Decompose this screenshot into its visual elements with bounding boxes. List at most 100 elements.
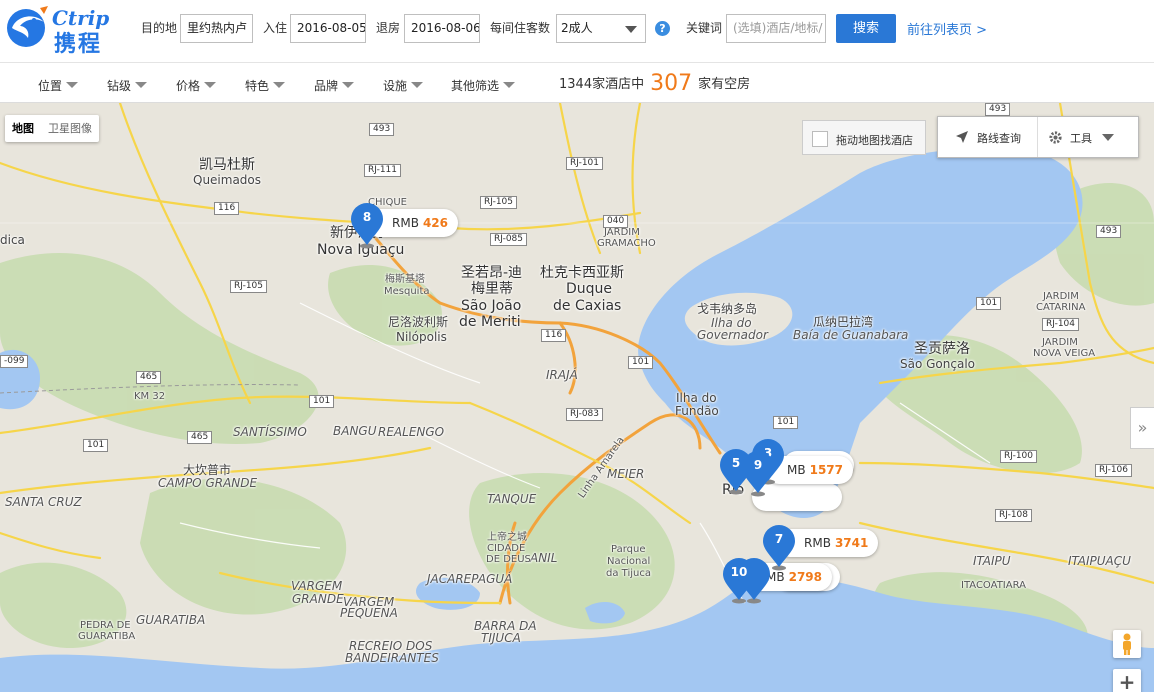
place-label: PEQUENA xyxy=(340,606,398,620)
map-type-satellite[interactable]: 卫星图像 xyxy=(41,115,99,142)
search-button[interactable]: 搜索 xyxy=(836,14,896,43)
road-shield: RJ-101 xyxy=(566,157,604,170)
filter-brand[interactable]: 品牌 xyxy=(314,77,355,94)
place-label: SANTÍSSIMO xyxy=(233,425,307,439)
hotel-marker-pin[interactable]: 10 xyxy=(722,558,756,604)
map-type-toggle: 地图 卫星图像 xyxy=(5,115,99,142)
road-shield: 116 xyxy=(541,329,567,342)
filter-other[interactable]: 其他筛选 xyxy=(451,77,516,94)
drag-search-label: 拖动地图找酒店 xyxy=(836,134,913,147)
road-shield: RJ-085 xyxy=(490,233,528,246)
road-shield: RJ-106 xyxy=(1095,464,1133,477)
place-label: ITAIPUAÇU xyxy=(1068,554,1131,568)
triangle-down-icon xyxy=(342,82,355,88)
drag-map-search-toggle[interactable]: 拖动地图找酒店 xyxy=(802,120,926,155)
road-shield: RJ-105 xyxy=(230,280,268,293)
road-shield: 493 xyxy=(985,103,1011,116)
guests-value: 2成人 xyxy=(561,21,593,35)
filter-price[interactable]: 价格 xyxy=(176,77,217,94)
map[interactable]: 凯马杜斯 Queimados 新伊瓜苏 Nova Iguaçu 梅斯基塔 Mes… xyxy=(0,103,1154,692)
place-label: IRAJÁ xyxy=(546,368,578,382)
road-shield: -099 xyxy=(0,355,29,368)
map-base-graphic xyxy=(0,103,1154,692)
dolphin-logo-icon xyxy=(7,6,48,47)
tools-label: 工具 xyxy=(1070,132,1092,145)
road-shield: 040 xyxy=(603,215,629,228)
place-label: JACAREPAGUÁ xyxy=(427,572,513,586)
map-type-map[interactable]: 地图 xyxy=(5,115,41,142)
gear-icon xyxy=(1049,131,1062,144)
price-value: 426 xyxy=(422,216,448,230)
price-currency: RMB xyxy=(804,536,831,550)
keyword-input[interactable]: (选填)酒店/地标/ xyxy=(726,14,826,43)
pin-number: 10 xyxy=(730,565,748,579)
filter-star[interactable]: 钻级 xyxy=(107,77,148,94)
place-label: GRAMACHO xyxy=(597,238,656,249)
destination-input[interactable]: 里约热内卢 xyxy=(180,14,253,43)
street-view-pegman[interactable] xyxy=(1113,630,1141,658)
price-currency: RMB xyxy=(392,216,419,230)
place-label: TANQUE xyxy=(487,492,537,506)
road-shield: 493 xyxy=(369,123,395,136)
checkout-label: 退房 xyxy=(376,21,401,35)
place-label: 杜克卡西亚斯 xyxy=(540,265,624,281)
hotel-count: 1344家酒店中 307 家有空房 xyxy=(559,71,750,96)
pin-number: 9 xyxy=(753,458,763,472)
tools-dropdown[interactable]: 工具 xyxy=(1038,117,1138,157)
zoom-in-button[interactable]: + xyxy=(1113,669,1141,692)
triangle-down-icon xyxy=(204,82,217,88)
filter-label: 品牌 xyxy=(314,79,339,93)
pin-number: 8 xyxy=(362,210,372,224)
guests-label: 每间住客数 xyxy=(490,21,551,35)
place-label: 圣贡萨洛 xyxy=(914,341,970,357)
triangle-down-icon xyxy=(66,82,79,88)
place-label: da Tijuca xyxy=(606,568,651,579)
place-label: TIJUCA xyxy=(481,631,521,645)
road-shield: 465 xyxy=(187,431,213,444)
place-label: São João xyxy=(461,298,522,314)
guests-select[interactable]: 2成人 xyxy=(556,14,646,43)
place-label: MEIER xyxy=(607,467,645,481)
road-shield: RJ-111 xyxy=(364,164,402,177)
hotel-count-prefix: 1344家酒店中 xyxy=(559,77,645,92)
destination-label: 目的地 xyxy=(141,21,178,35)
place-label: 凯马杜斯 xyxy=(199,157,255,173)
triangle-down-icon xyxy=(135,82,148,88)
filter-location[interactable]: 位置 xyxy=(38,77,79,94)
checkin-date-input[interactable]: 2016-08-05 xyxy=(290,14,366,43)
filter-facility[interactable]: 设施 xyxy=(383,77,424,94)
price-currency: MB xyxy=(787,463,806,477)
road-shield: 101 xyxy=(309,395,335,408)
place-label: BANGU xyxy=(333,424,377,438)
road-shield: 101 xyxy=(628,356,654,369)
triangle-down-icon xyxy=(503,82,516,88)
ctrip-logo[interactable]: Ctrip 携程 xyxy=(4,4,124,57)
price-value: 3741 xyxy=(834,536,869,550)
place-label: Nilópolis xyxy=(396,330,447,344)
help-icon[interactable]: ? xyxy=(655,21,670,36)
place-label: Fundão xyxy=(675,404,719,418)
place-label: 圣若昂-迪 xyxy=(461,265,523,281)
goto-list-link[interactable]: 前往列表页 > xyxy=(907,19,987,38)
place-label: DE DEUS xyxy=(486,554,531,565)
filter-label: 特色 xyxy=(245,79,270,93)
expand-panel-button[interactable]: » xyxy=(1130,407,1154,449)
place-label: GRANDE xyxy=(292,592,344,606)
place-label: SANTA CRUZ xyxy=(5,495,82,509)
hotel-marker-pin[interactable]: 9 xyxy=(741,451,775,497)
filter-label: 设施 xyxy=(383,79,408,93)
pegman-icon xyxy=(1123,633,1131,655)
place-label: ITAIPU xyxy=(973,554,1011,568)
place-label: Queimados xyxy=(193,173,262,187)
hotel-marker-pin[interactable]: 8 xyxy=(350,203,384,249)
road-shield: 493 xyxy=(1096,225,1122,238)
place-label: 大坎普市 xyxy=(183,463,232,477)
chevron-down-icon xyxy=(625,26,637,33)
route-search-button[interactable]: 路线查询 xyxy=(938,117,1038,157)
checkout-date-input[interactable]: 2016-08-06 xyxy=(404,14,480,43)
place-label: REALENGO xyxy=(378,425,445,439)
place-label: de Meriti xyxy=(459,314,521,330)
checkbox-icon[interactable] xyxy=(812,131,828,147)
filter-feature[interactable]: 特色 xyxy=(245,77,286,94)
place-label: CAMPO GRANDE xyxy=(158,476,258,490)
